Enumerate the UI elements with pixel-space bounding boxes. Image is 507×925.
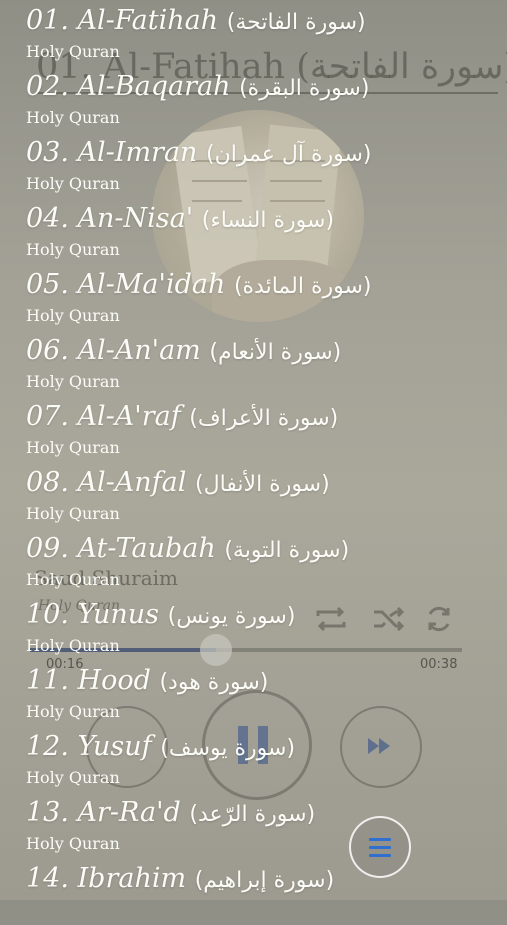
surah-title: 06. Al-An'am (سورة الأنعام) [26,335,342,366]
surah-subtitle: Holy Quran [26,372,120,391]
surah-subtitle: Holy Quran [26,240,120,259]
surah-title: 02. Al-Baqarah (سورة البقرة) [26,71,370,102]
surah-title: 10. Yunus (سورة يونس) [26,599,296,630]
surah-subtitle: Holy Quran [26,834,120,853]
surah-subtitle: Holy Quran [26,636,120,655]
surah-title: 11. Hood (سورة هود) [26,665,269,696]
surah-item[interactable]: 05. Al-Ma'idah (سورة المائدة) Holy Quran [0,265,507,331]
surah-title: 09. At-Taubah (سورة التوبة) [26,533,350,564]
surah-item[interactable]: 04. An-Nisa' (سورة النساء) Holy Quran [0,199,507,265]
surah-subtitle: Holy Quran [26,108,120,127]
surah-item[interactable]: 02. Al-Baqarah (سورة البقرة) Holy Quran [0,67,507,133]
surah-subtitle: Holy Quran [26,306,120,325]
surah-subtitle: Holy Quran [26,768,120,787]
surah-subtitle: Holy Quran [26,504,120,523]
surah-title: 04. An-Nisa' (سورة النساء) [26,203,335,234]
surah-item[interactable]: 10. Yunus (سورة يونس) Holy Quran [0,595,507,661]
surah-item[interactable]: 14. Ibrahim (سورة إبراهيم) [0,859,507,925]
surah-subtitle: Holy Quran [26,174,120,193]
surah-title: 07. Al-A'raf (سورة الأعراف) [26,401,339,432]
surah-title: 12. Yusuf (سورة يوسف) [26,731,296,762]
surah-title: 03. Al-Imran (سورة آل عمران) [26,137,372,168]
surah-item[interactable]: 07. Al-A'raf (سورة الأعراف) Holy Quran [0,397,507,463]
surah-item[interactable]: 03. Al-Imran (سورة آل عمران) Holy Quran [0,133,507,199]
surah-item[interactable]: 06. Al-An'am (سورة الأنعام) Holy Quran [0,331,507,397]
surah-item[interactable]: 09. At-Taubah (سورة التوبة) Holy Quran [0,529,507,595]
surah-item[interactable]: 08. Al-Anfal (سورة الأنفال) Holy Quran [0,463,507,529]
surah-item[interactable]: 01. Al-Fatihah (سورة الفاتحة) Holy Quran [0,1,507,67]
surah-item[interactable]: 12. Yusuf (سورة يوسف) Holy Quran [0,727,507,793]
surah-subtitle: Holy Quran [26,438,120,457]
surah-item[interactable]: 13. Ar-Ra'd (سورة الرّعد) Holy Quran [0,793,507,859]
surah-item[interactable]: 11. Hood (سورة هود) Holy Quran [0,661,507,727]
surah-title: 08. Al-Anfal (سورة الأنفال) [26,467,330,498]
surah-subtitle: Holy Quran [26,702,120,721]
surah-subtitle: Holy Quran [26,42,120,61]
surah-subtitle: Holy Quran [26,570,120,589]
surah-title: 05. Al-Ma'idah (سورة المائدة) [26,269,372,300]
surah-title: 13. Ar-Ra'd (سورة الرّعد) [26,797,316,828]
surah-title: 01. Al-Fatihah (سورة الفاتحة) [26,5,366,36]
surah-title: 14. Ibrahim (سورة إبراهيم) [26,863,335,894]
